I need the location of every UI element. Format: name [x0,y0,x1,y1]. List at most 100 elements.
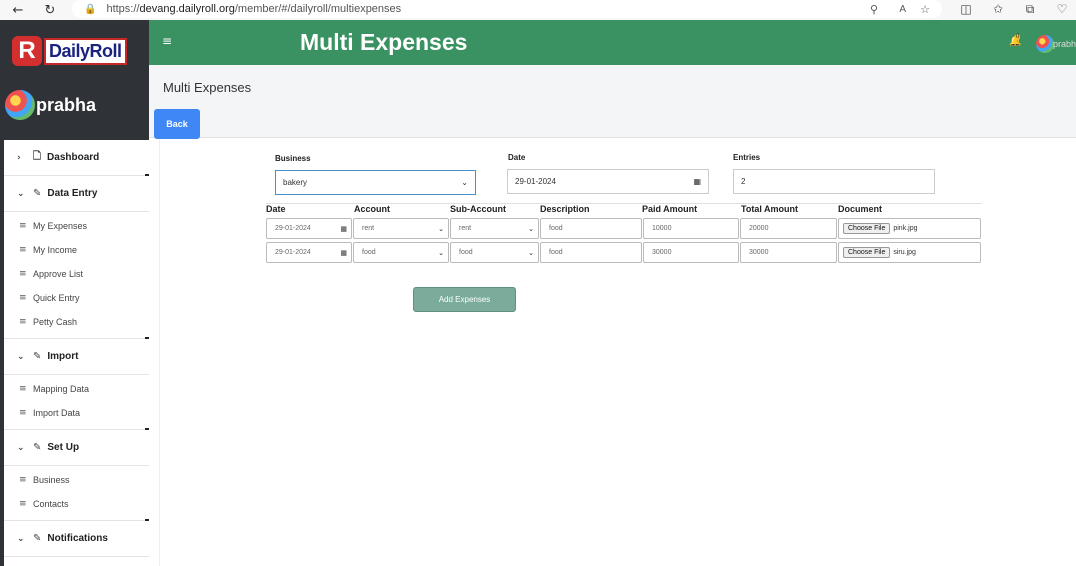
chevron-down-icon: ⌄ [461,178,468,187]
zoom-icon[interactable]: ⚲ [870,3,878,16]
sidebar-section-dashboard[interactable]: › 🗋 Dashboard [4,140,149,176]
row-paid-amount-field[interactable]: 30000 [643,242,739,263]
row-date-field[interactable]: 29-01-2024 ▦ [266,242,352,263]
business-select[interactable]: bakery ⌄ [275,170,476,195]
extension-icon[interactable]: ♡ [1054,1,1070,17]
list-icon: ≡ [19,269,27,279]
row-date-field[interactable]: 29-01-2024 ▦ [266,218,352,239]
sidebar-section-notifications[interactable]: ⌄ ✎ Notifications [4,519,149,557]
row-account-select[interactable]: rent ⌄ [353,218,449,239]
sidebar-item-my-expenses[interactable]: ≡ My Expenses [4,214,149,238]
date-field[interactable]: 29-01-2024 ▦ [507,169,709,194]
logo-text: DailyRoll [44,37,127,65]
list-icon: ≡ [19,408,27,418]
sidebar-item-approve-list[interactable]: ≡ Approve List [4,262,149,286]
logo-mark: R [12,36,42,66]
sidebar-item-petty-cash[interactable]: ≡ Petty Cash [4,310,149,334]
read-aloud-icon[interactable]: A [899,4,906,15]
sidebar-section-label: Set Up [47,442,80,453]
header-user-name[interactable]: prabh [1053,39,1076,49]
avatar [5,90,35,120]
entries-label: Entries [733,153,761,162]
sidebar-item-quick-entry[interactable]: ≡ Quick Entry [4,286,149,310]
row-paid-amount-field[interactable]: 10000 [643,218,739,239]
content-divider [159,140,160,566]
row-sub-account-select[interactable]: rent ⌄ [450,218,539,239]
divider [145,337,149,339]
row-account-select[interactable]: food ⌄ [353,242,449,263]
favorites-icon[interactable]: ✩ [990,1,1006,17]
chevron-down-icon: ⌄ [438,224,444,233]
favorite-star-icon[interactable]: ☆ [920,3,930,16]
choose-file-button[interactable]: Choose File [843,247,891,258]
back-arrow-icon[interactable]: ← [10,2,26,18]
sidebar-section-data-entry[interactable]: ⌄ ✎ Data Entry [4,174,149,212]
back-button[interactable]: Back [154,109,200,139]
row-sub-account-select[interactable]: food ⌄ [450,242,539,263]
cell-value: 29-01-2024 [275,225,311,232]
divider [145,519,149,521]
calendar-icon[interactable]: ▦ [693,177,701,186]
sidebar-item-label: My Expenses [33,221,88,231]
list-icon: ≡ [19,221,27,231]
sidebar-item-label: Petty Cash [33,317,78,327]
sidebar-item-label: My Income [33,245,78,255]
cell-value: 29-01-2024 [275,249,311,256]
pencil-icon: ✎ [33,351,42,362]
chevron-down-icon: ⌄ [17,351,25,362]
calendar-icon[interactable]: ▦ [340,225,347,233]
sidebar-menu: › 🗋 Dashboard ⌄ ✎ Data Entry ≡ My Expense… [4,140,149,566]
file-name: siru.jpg [893,249,916,256]
top-header: ≡ Multi Expenses 🔔 0 prabh [149,20,1076,65]
add-expenses-button[interactable]: Add Expenses [413,287,516,312]
sidebar-section-import[interactable]: ⌄ ✎ Import [4,337,149,375]
calendar-icon[interactable]: ▦ [340,249,347,257]
address-bar[interactable]: 🔒 https://devang.dailyroll.org/member/#/… [72,0,942,18]
list-icon: ≡ [19,317,27,327]
sidebar-section-set-up[interactable]: ⌄ ✎ Set Up [4,428,149,466]
sidebar-item-business[interactable]: ≡ Business [4,468,149,492]
divider [145,174,149,176]
app-logo[interactable]: R DailyRoll [12,34,136,68]
row-description-field[interactable]: food [540,242,642,263]
list-icon: ≡ [19,475,27,485]
column-header-paid-amount: Paid Amount [642,204,698,214]
chevron-down-icon: ⌄ [17,188,25,199]
sidebar-item-contacts[interactable]: ≡ Contacts [4,492,149,516]
cell-value: 20000 [749,225,769,232]
column-header-total-amount: Total Amount [741,204,798,214]
column-header-account: Account [354,204,390,214]
row-description-field[interactable]: food [540,218,642,239]
sidebar-item-import-data[interactable]: ≡ Import Data [4,401,149,425]
column-header-description: Description [540,204,590,214]
cell-value: 10000 [652,225,672,232]
sidebar-section-label: Dashboard [47,152,100,163]
hamburger-menu-icon[interactable]: ≡ [162,34,172,48]
cell-value: 30000 [749,249,769,256]
sidebar-user[interactable]: prabha [5,90,96,120]
split-screen-icon[interactable]: ◫ [958,1,974,17]
cell-value: 30000 [652,249,672,256]
row-total-amount-field[interactable]: 20000 [740,218,837,239]
pencil-icon: ✎ [33,533,42,544]
column-header-date: Date [266,204,286,214]
expenses-table-header: Date Account Sub-Account Description Pai… [266,203,982,215]
business-label: Business [275,154,311,163]
sidebar-submenu-data-entry: ≡ My Expenses ≡ My Income ≡ Approve List ≡ Q… [4,212,149,339]
cell-value: rent [362,225,375,232]
business-select-value: bakery [283,178,308,187]
collections-icon[interactable]: ⧉ [1022,1,1038,17]
url-text: https://devang.dailyroll.org/member/#/da… [106,3,402,15]
choose-file-button[interactable]: Choose File [843,223,891,234]
refresh-icon[interactable]: ↻ [42,2,58,18]
entries-field[interactable]: 2 [733,169,935,194]
chevron-down-icon: ⌄ [17,442,25,453]
header-avatar[interactable] [1036,35,1054,53]
sidebar-item-mapping-data[interactable]: ≡ Mapping Data [4,377,149,401]
page-subheader: Multi Expenses Back [149,65,1076,139]
chevron-down-icon: ⌄ [17,533,25,544]
row-total-amount-field[interactable]: 30000 [740,242,837,263]
page-title: Multi Expenses [163,80,252,95]
sidebar-item-my-income[interactable]: ≡ My Income [4,238,149,262]
cell-value: food [549,249,563,256]
